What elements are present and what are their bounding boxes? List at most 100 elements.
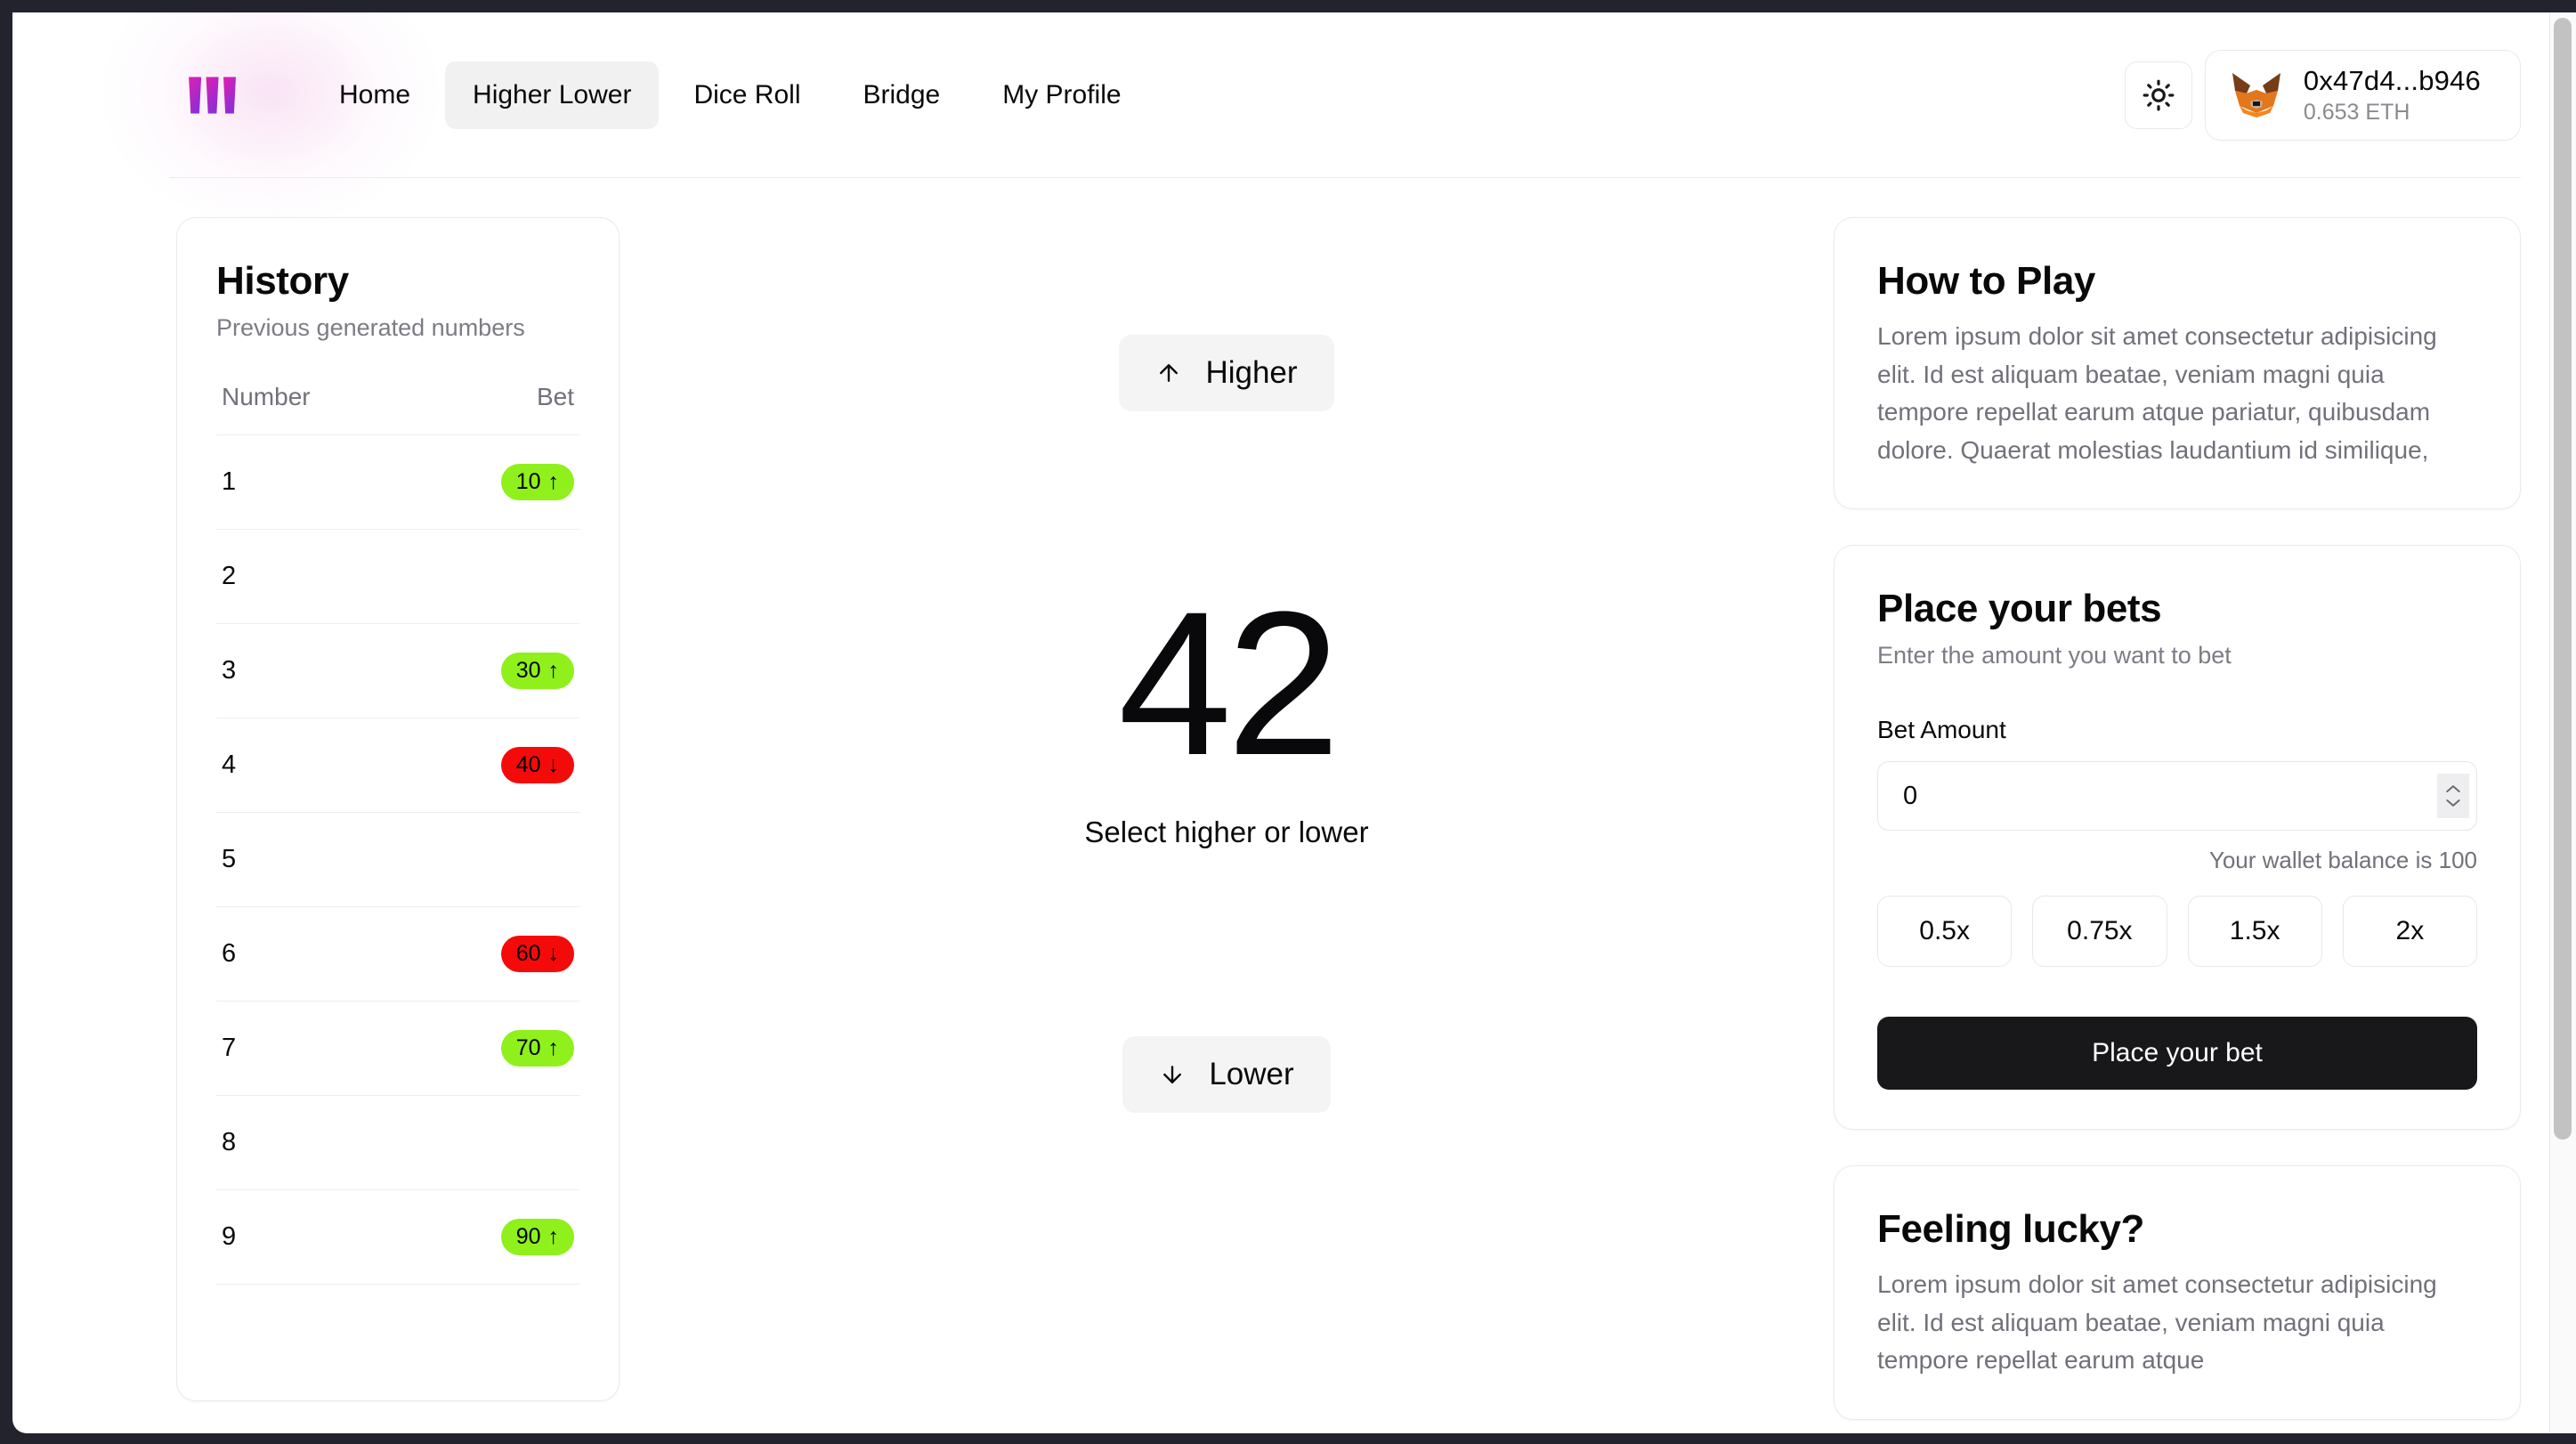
history-row-number: 6 [222, 939, 237, 968]
multiplier-button-0-75x[interactable]: 0.75x [2032, 896, 2167, 968]
lower-button-label: Lower [1209, 1056, 1294, 1091]
arrow-down-icon: ↓ [547, 940, 560, 966]
history-row-bet: 30 ↑ [413, 624, 579, 718]
feeling-lucky-title: Feeling lucky? [1877, 1207, 2145, 1252]
bet-amount-label: Bet Amount [1877, 716, 2006, 744]
page-viewport: Home Higher Lower Dice Roll Bridge My Pr… [12, 12, 2576, 1433]
history-column-bet: Bet [536, 383, 574, 410]
history-table-body: 1 10 ↑ 2 3 30 ↑ 4 40 ↓ 5 6 60 ↓ 7 70 ↑ 8 9 90 ↑ [216, 434, 579, 1285]
theme-toggle-button[interactable] [2124, 61, 2192, 129]
current-number-block: 42 Select higher or lower [1084, 569, 1369, 849]
history-column-number: Number [222, 383, 311, 410]
table-row: 5 [216, 812, 579, 907]
multiplier-button-1-5x[interactable]: 1.5x [2187, 896, 2322, 968]
arrow-up-icon: ↑ [547, 657, 560, 683]
multiplier-button-0-5x[interactable]: 0.5x [1877, 896, 2013, 968]
place-bets-panel: Place your bets Enter the amount you wan… [1834, 545, 2521, 1131]
nav-link-higher-lower[interactable]: Higher Lower [445, 61, 660, 129]
nav-link-bridge[interactable]: Bridge [835, 61, 968, 129]
history-row-bet [413, 530, 579, 624]
arrow-down-icon: ↓ [547, 751, 560, 777]
bet-amount-field [1877, 761, 2477, 832]
history-row-number: 7 [222, 1034, 237, 1062]
arrow-up-icon: ↑ [547, 468, 560, 494]
history-table-head: Number Bet [216, 383, 579, 435]
bet-badge: 60 ↓ [500, 935, 574, 973]
bet-badge: 90 ↑ [500, 1218, 574, 1256]
navbar-right-group: 0x47d4...b946 0.653 ETH [2124, 50, 2521, 141]
bet-badge-amount: 30 [515, 657, 541, 683]
table-row: 4 40 ↓ [216, 718, 579, 813]
game-center-column: Higher 42 Select higher or lower Lower [620, 217, 1834, 1113]
history-row-number: 4 [222, 750, 237, 779]
how-to-play-body: Lorem ipsum dolor sit amet consectetur a… [1877, 322, 2437, 464]
history-row-number: 3 [222, 656, 237, 685]
bet-badge: 10 ↑ [500, 463, 574, 501]
main-content: History Previous generated numbers Numbe… [12, 178, 2576, 1420]
history-title: History [216, 259, 349, 303]
arrow-up-icon: ↑ [547, 1034, 560, 1060]
history-panel: History Previous generated numbers Numbe… [176, 217, 620, 1401]
wallet-text-group: 0x47d4...b946 0.653 ETH [2304, 65, 2481, 126]
bet-badge: 70 ↑ [500, 1029, 574, 1067]
how-to-play-title: How to Play [1877, 259, 2095, 303]
top-navbar: Home Higher Lower Dice Roll Bridge My Pr… [12, 12, 2576, 178]
table-row: 9 90 ↑ [216, 1189, 579, 1285]
bet-badge: 30 ↑ [500, 652, 574, 690]
history-row-number: 5 [222, 845, 237, 873]
sun-icon [2143, 79, 2175, 111]
arrow-down-icon [1163, 1065, 1182, 1083]
higher-button[interactable]: Higher [1119, 335, 1334, 411]
metamask-fox-icon [2232, 73, 2280, 118]
history-row-bet: 10 ↑ [413, 435, 579, 530]
history-row-number: 9 [222, 1222, 237, 1251]
arrow-up-icon [1160, 364, 1179, 382]
chevron-down-icon[interactable] [2444, 797, 2462, 808]
navbar-divider [169, 177, 2521, 178]
history-header-row: Number Bet [216, 383, 579, 435]
history-table: Number Bet 1 10 ↑ 2 3 30 ↑ 4 40 ↓ 5 6 60 ↓ 7 70 ↑ 8 9 90 ↑ [216, 383, 579, 1285]
how-to-play-panel: How to Play Lorem ipsum dolor sit amet c… [1834, 217, 2521, 510]
history-row-bet: 60 ↓ [413, 907, 579, 1002]
table-row: 6 60 ↓ [216, 906, 579, 1002]
place-bets-subtitle: Enter the amount you want to bet [1877, 642, 2232, 669]
chevron-up-icon[interactable] [2444, 783, 2462, 795]
history-row-bet [413, 813, 579, 907]
feeling-lucky-panel: Feeling lucky? Lorem ipsum dolor sit ame… [1834, 1165, 2521, 1420]
nav-link-home[interactable]: Home [312, 61, 438, 129]
higher-button-label: Higher [1205, 355, 1298, 390]
current-number: 42 [1118, 569, 1341, 798]
table-row: 8 [216, 1095, 579, 1190]
multiplier-button-2x[interactable]: 2x [2342, 896, 2477, 968]
bet-badge-amount: 70 [515, 1034, 541, 1060]
page-scrollbar[interactable] [2549, 12, 2576, 1433]
nav-link-dice-roll[interactable]: Dice Roll [666, 61, 828, 129]
lower-button-wrap: Lower [1122, 1035, 1331, 1113]
table-row: 7 70 ↑ [216, 1001, 579, 1096]
lower-button[interactable]: Lower [1122, 1035, 1331, 1113]
bet-badge: 40 ↓ [500, 746, 574, 784]
navbar-left-group: Home Higher Lower Dice Roll Bridge My Pr… [164, 47, 1149, 143]
arrow-up-icon: ↑ [547, 1223, 560, 1249]
number-caption: Select higher or lower [1084, 815, 1369, 848]
bet-badge-amount: 10 [515, 468, 541, 494]
history-row-bet: 70 ↑ [413, 1002, 579, 1096]
page-scrollbar-thumb[interactable] [2554, 18, 2572, 1140]
history-row-number: 1 [222, 467, 237, 496]
nav-link-my-profile[interactable]: My Profile [975, 61, 1148, 129]
bet-badge-amount: 90 [515, 1223, 541, 1249]
wallet-chip[interactable]: 0x47d4...b946 0.653 ETH [2204, 50, 2521, 141]
table-row: 2 [216, 529, 579, 624]
feeling-lucky-body: Lorem ipsum dolor sit amet consectetur a… [1877, 1270, 2437, 1375]
bet-amount-input[interactable] [1878, 762, 2476, 831]
history-row-bet: 40 ↓ [413, 718, 579, 813]
multiplier-buttons: 0.5x 0.75x 1.5x 2x [1877, 896, 2477, 968]
place-bet-button[interactable]: Place your bet [1877, 1017, 2477, 1091]
w-logo-icon[interactable] [164, 47, 260, 143]
history-row-number: 8 [222, 1128, 237, 1156]
bet-badge-amount: 40 [515, 751, 541, 777]
nav-links: Home Higher Lower Dice Roll Bridge My Pr… [312, 61, 1149, 129]
bet-badge-amount: 60 [515, 940, 541, 966]
place-bets-title: Place your bets [1877, 587, 2162, 631]
bet-amount-stepper[interactable] [2437, 774, 2469, 819]
